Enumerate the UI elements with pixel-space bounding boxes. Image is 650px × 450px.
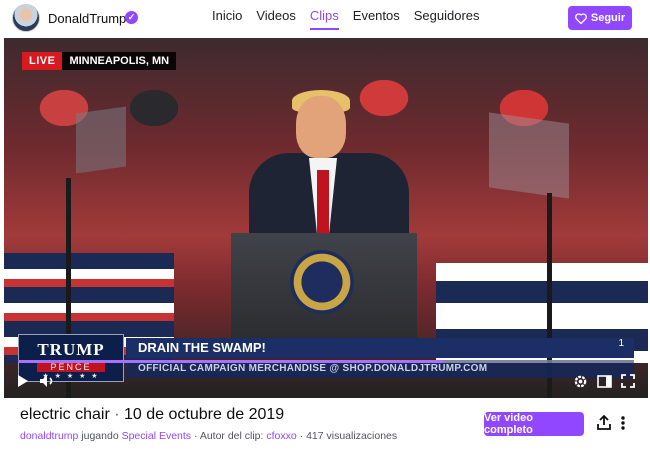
playing-word: jugando xyxy=(81,430,119,442)
presidential-seal xyxy=(290,250,354,314)
views-count: 417 visualizaciones xyxy=(306,430,398,442)
channel-avatar[interactable] xyxy=(12,4,40,32)
category-link[interactable]: Special Events xyxy=(122,430,191,442)
progress-bar[interactable] xyxy=(18,360,634,363)
play-icon[interactable] xyxy=(14,372,32,390)
clip-title-line: electric chair · 10 de octubre de 2019 xyxy=(20,406,284,424)
tab-seguidores[interactable]: Seguidores xyxy=(414,8,480,30)
heart-icon xyxy=(575,12,587,24)
clip-date: 10 de octubre de 2019 xyxy=(124,406,285,423)
channel-nav: Inicio Videos Clips Eventos Seguidores xyxy=(212,8,494,30)
live-label: LIVE xyxy=(22,52,63,70)
speaker-tie xyxy=(317,170,329,236)
volume-icon[interactable] xyxy=(38,372,56,390)
teleprompter-left xyxy=(76,106,126,174)
verified-check-icon: ✓ xyxy=(125,11,138,24)
tab-videos[interactable]: Videos xyxy=(256,8,296,30)
progress-fill xyxy=(18,360,444,363)
headline-text: DRAIN THE SWAMP! xyxy=(126,338,634,358)
location-label: MINNEAPOLIS, MN xyxy=(62,52,177,70)
meta-separator: · xyxy=(299,430,304,442)
meta-separator: · xyxy=(193,430,198,442)
follow-button[interactable]: Seguir xyxy=(568,6,632,30)
clip-meta: donaldtrump jugando Special Events · Aut… xyxy=(20,430,397,442)
author-link[interactable]: cfoxxo xyxy=(266,430,296,442)
more-options-icon[interactable] xyxy=(620,415,634,433)
settings-gear-icon[interactable] xyxy=(571,372,589,390)
follow-label: Seguir xyxy=(590,12,626,24)
tab-eventos[interactable]: Eventos xyxy=(353,8,400,30)
clip-title: electric chair xyxy=(20,406,110,423)
fullscreen-icon[interactable] xyxy=(619,372,637,390)
channel-header: DonaldTrump ✓ Inicio Videos Clips Evento… xyxy=(0,0,650,38)
watch-full-video-button[interactable]: Ver video completo xyxy=(484,412,584,436)
clip-info-bar: electric chair · 10 de octubre de 2019 d… xyxy=(0,398,650,450)
channel-name[interactable]: DonaldTrump xyxy=(48,11,126,26)
teleprompter-right xyxy=(489,112,569,199)
player-controls xyxy=(4,368,648,396)
corner-number: 1 xyxy=(618,338,624,349)
broadcaster-link[interactable]: donaldtrump xyxy=(20,430,78,442)
title-separator: · xyxy=(109,406,125,423)
share-icon[interactable] xyxy=(596,414,614,433)
theater-mode-icon[interactable] xyxy=(595,372,613,390)
speaker-head xyxy=(296,96,346,158)
logo-line1: TRUMP xyxy=(37,340,105,359)
author-label: Autor del clip: xyxy=(199,430,264,442)
video-player[interactable]: LIVE MINNEAPOLIS, MN TRUMP PENCE ★ ★ ★ ★… xyxy=(4,38,648,398)
tab-clips[interactable]: Clips xyxy=(309,8,339,30)
tab-inicio[interactable]: Inicio xyxy=(212,8,242,30)
live-tag: LIVE MINNEAPOLIS, MN xyxy=(22,52,177,70)
